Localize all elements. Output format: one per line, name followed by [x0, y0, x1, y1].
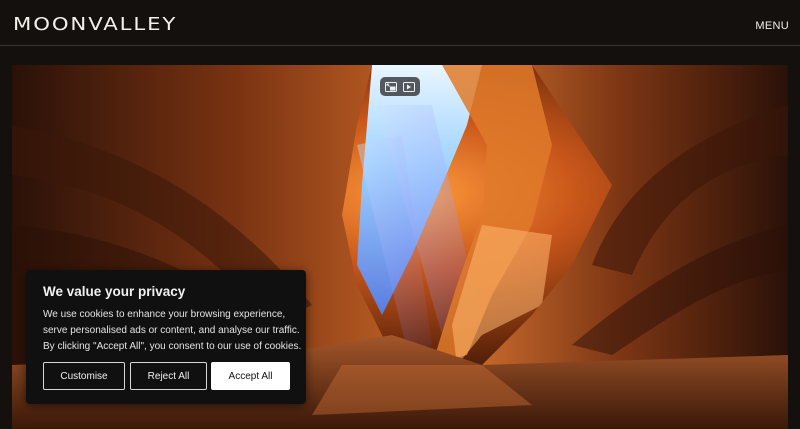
site-header: MOONVALLEY MENU [0, 0, 800, 46]
cookie-description: We use cookies to enhance your browsing … [43, 307, 302, 355]
accept-all-button[interactable]: Accept All [211, 362, 290, 390]
site-logo[interactable]: MOONVALLEY [13, 14, 177, 35]
picture-in-picture-icon[interactable] [383, 80, 399, 94]
play-settings-icon[interactable] [401, 80, 417, 94]
cookie-title: We value your privacy [43, 284, 186, 299]
customise-button[interactable]: Customise [43, 362, 125, 390]
video-controls [380, 77, 420, 96]
cookie-text-line: serve personalised ads or content, and a… [43, 325, 300, 336]
cookie-consent-panel: We value your privacy We use cookies to … [26, 270, 306, 404]
cookie-text-line: We use cookies to enhance your browsing … [43, 309, 286, 320]
reject-all-button[interactable]: Reject All [130, 362, 207, 390]
cookie-text-line: By clicking "Accept All", you consent to… [43, 341, 302, 352]
page: MOONVALLEY MENU We value your privacy We… [0, 0, 800, 429]
menu-button[interactable]: MENU [755, 20, 789, 32]
